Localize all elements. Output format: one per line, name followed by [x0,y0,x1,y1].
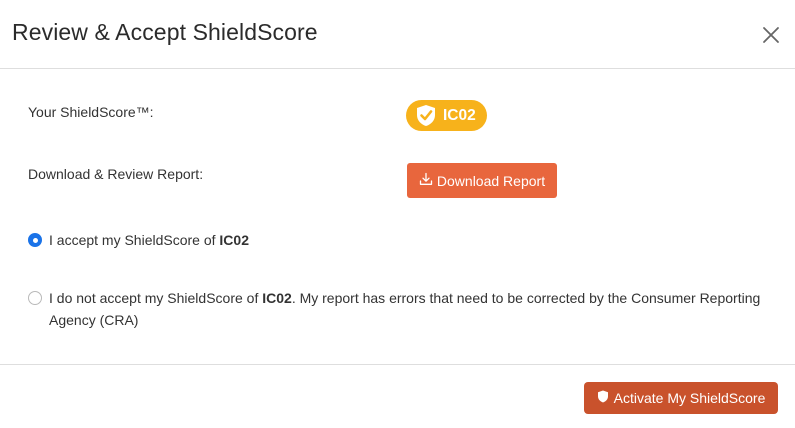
download-review-label: Download & Review Report: [28,166,204,182]
shieldscore-value: IC02 [443,107,476,124]
accept-radio[interactable] [28,233,42,247]
shieldscore-badge: IC02 [406,100,487,131]
dialog-title: Review & Accept ShieldScore [12,19,318,45]
shieldscore-label: Your ShieldScore™: [28,104,154,120]
activate-shieldscore-label: Activate My ShieldScore [613,390,766,406]
decline-option-prefix: I do not accept my ShieldScore of [49,290,263,306]
footer-divider [0,364,795,365]
review-accept-dialog: Review & Accept ShieldScore Your ShieldS… [0,0,795,428]
decline-option-score: IC02 [262,290,292,306]
accept-option-text[interactable]: I accept my ShieldScore of IC02 [49,229,249,251]
decline-option-text[interactable]: I do not accept my ShieldScore of IC02. … [49,287,769,331]
download-report-button[interactable]: Download Report [407,163,557,198]
dialog-header: Review & Accept ShieldScore [0,0,795,69]
shield-icon [597,390,609,406]
accept-option-prefix: I accept my ShieldScore of [49,232,220,248]
accept-option-score: IC02 [219,232,249,248]
close-icon[interactable] [760,24,782,46]
decline-radio[interactable] [28,291,42,305]
download-report-label: Download Report [436,172,546,189]
activate-shieldscore-button[interactable]: Activate My ShieldScore [584,382,778,414]
download-icon [419,172,433,189]
shield-check-icon [415,104,437,127]
